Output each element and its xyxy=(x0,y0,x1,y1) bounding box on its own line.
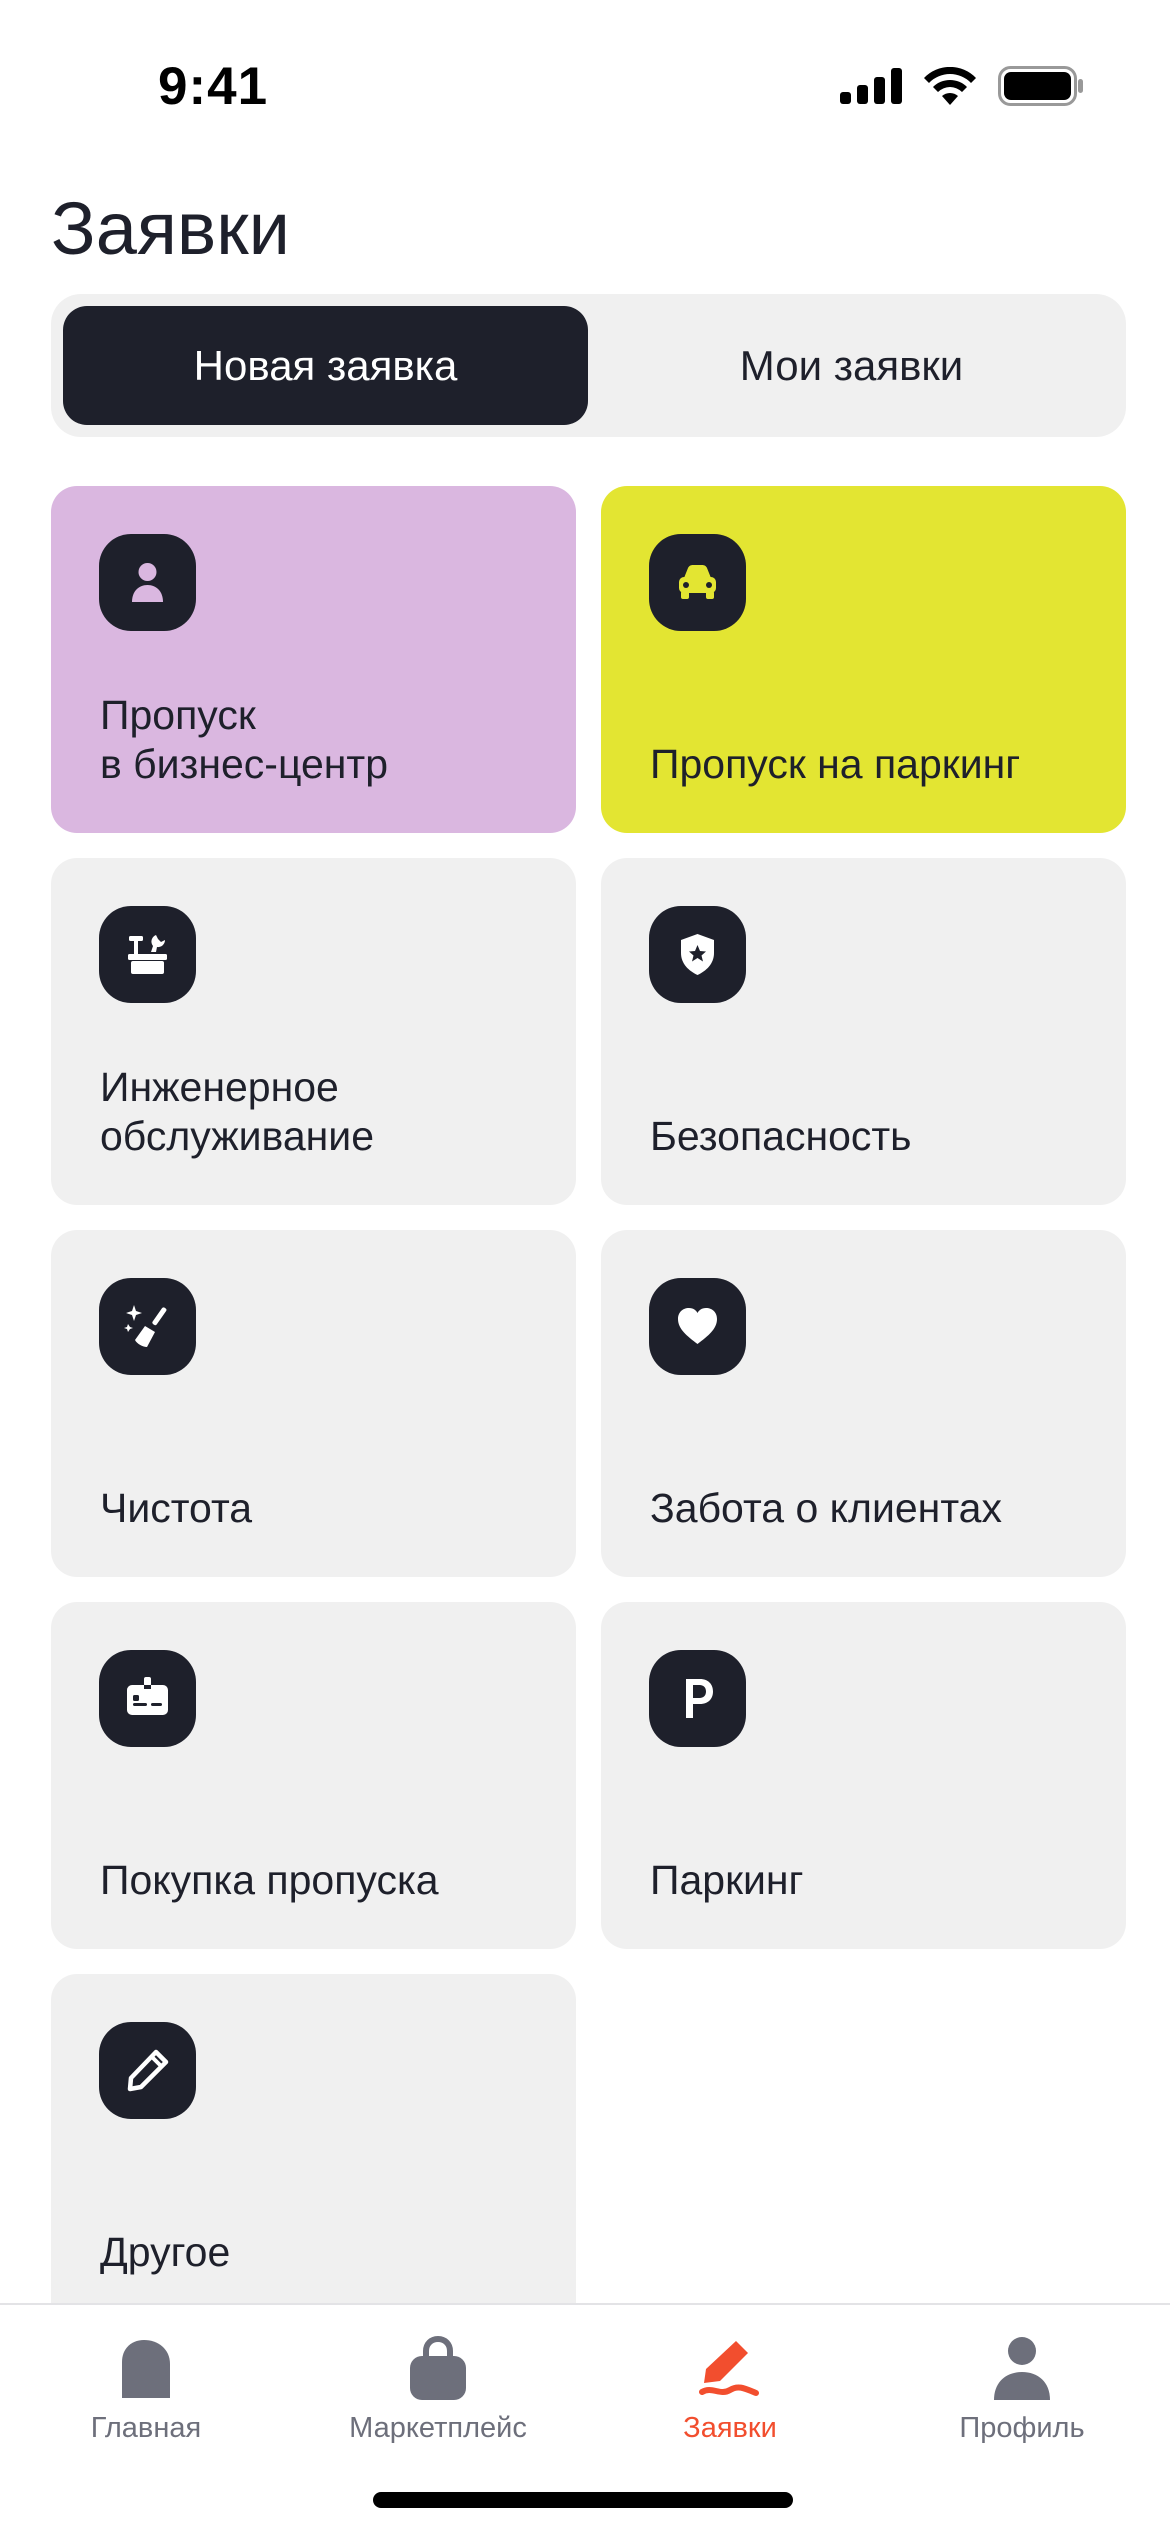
tab-new-request[interactable]: Новая заявка xyxy=(63,306,588,425)
tab-marketplace[interactable]: Маркетплейс xyxy=(292,2305,584,2475)
tab-requests[interactable]: Заявки xyxy=(584,2305,876,2475)
category-business-center-pass[interactable]: Пропуск в бизнес-центр xyxy=(51,486,576,833)
tab-label: Маркетплейс xyxy=(349,2412,527,2444)
category-customer-care[interactable]: Забота о клиентах xyxy=(601,1230,1126,1577)
category-parking-pass[interactable]: Пропуск на паркинг xyxy=(601,486,1126,833)
person-icon xyxy=(99,534,196,631)
category-label: Покупка пропуска xyxy=(100,1857,439,1903)
request-type-segmented-control: Новая заявка Мои заявки xyxy=(51,294,1126,437)
broom-sparkle-icon xyxy=(99,1278,196,1375)
category-label: Чистота xyxy=(100,1485,253,1531)
tab-profile[interactable]: Профиль xyxy=(876,2305,1168,2475)
badge-card-icon xyxy=(99,1650,196,1747)
heart-icon xyxy=(649,1278,746,1375)
category-label: Безопасность xyxy=(650,1113,912,1159)
category-label: Пропуск в бизнес-центр xyxy=(100,692,389,787)
tab-label: Главная xyxy=(90,2412,202,2444)
tab-label: Профиль xyxy=(959,2412,1085,2444)
pen-request-icon xyxy=(698,2332,762,2404)
category-label: Паркинг xyxy=(650,1857,804,1903)
shield-star-icon xyxy=(649,906,746,1003)
cellular-signal-icon xyxy=(840,68,902,104)
tab-my-requests[interactable]: Мои заявки xyxy=(589,306,1114,425)
pencil-icon xyxy=(99,2022,196,2119)
tab-home[interactable]: Главная xyxy=(0,2305,292,2475)
category-label: Инженерное обслуживание xyxy=(100,1064,375,1159)
category-engineering-service[interactable]: Инженерное обслуживание xyxy=(51,858,576,1205)
status-icons xyxy=(840,66,1084,106)
category-parking[interactable]: Паркинг xyxy=(601,1602,1126,1949)
status-bar: 9:41 xyxy=(0,0,1170,150)
category-cleaning[interactable]: Чистота xyxy=(51,1230,576,1577)
home-indicator[interactable] xyxy=(373,2492,793,2508)
status-time: 9:41 xyxy=(158,57,269,116)
car-icon xyxy=(649,534,746,631)
requests-screen: 9:41 Заявки Новая заявка Мои заявки Проп… xyxy=(0,0,1170,2532)
category-label: Другое xyxy=(100,2229,231,2275)
category-other[interactable]: Другое xyxy=(51,1974,576,2304)
page-title: Заявки xyxy=(51,187,290,270)
profile-person-icon xyxy=(994,2332,1050,2404)
category-label: Пропуск на паркинг xyxy=(650,741,1021,787)
toolbox-icon xyxy=(99,906,196,1003)
battery-icon xyxy=(998,66,1083,106)
category-pass-purchase[interactable]: Покупка пропуска xyxy=(51,1602,576,1949)
home-arch-icon xyxy=(120,2332,172,2404)
category-security[interactable]: Безопасность xyxy=(601,858,1126,1205)
tab-label: Заявки xyxy=(683,2412,777,2444)
category-label: Забота о клиентах xyxy=(650,1485,1002,1531)
wifi-icon xyxy=(924,67,976,105)
parking-p-icon xyxy=(649,1650,746,1747)
shopping-bag-icon xyxy=(410,2332,466,2404)
